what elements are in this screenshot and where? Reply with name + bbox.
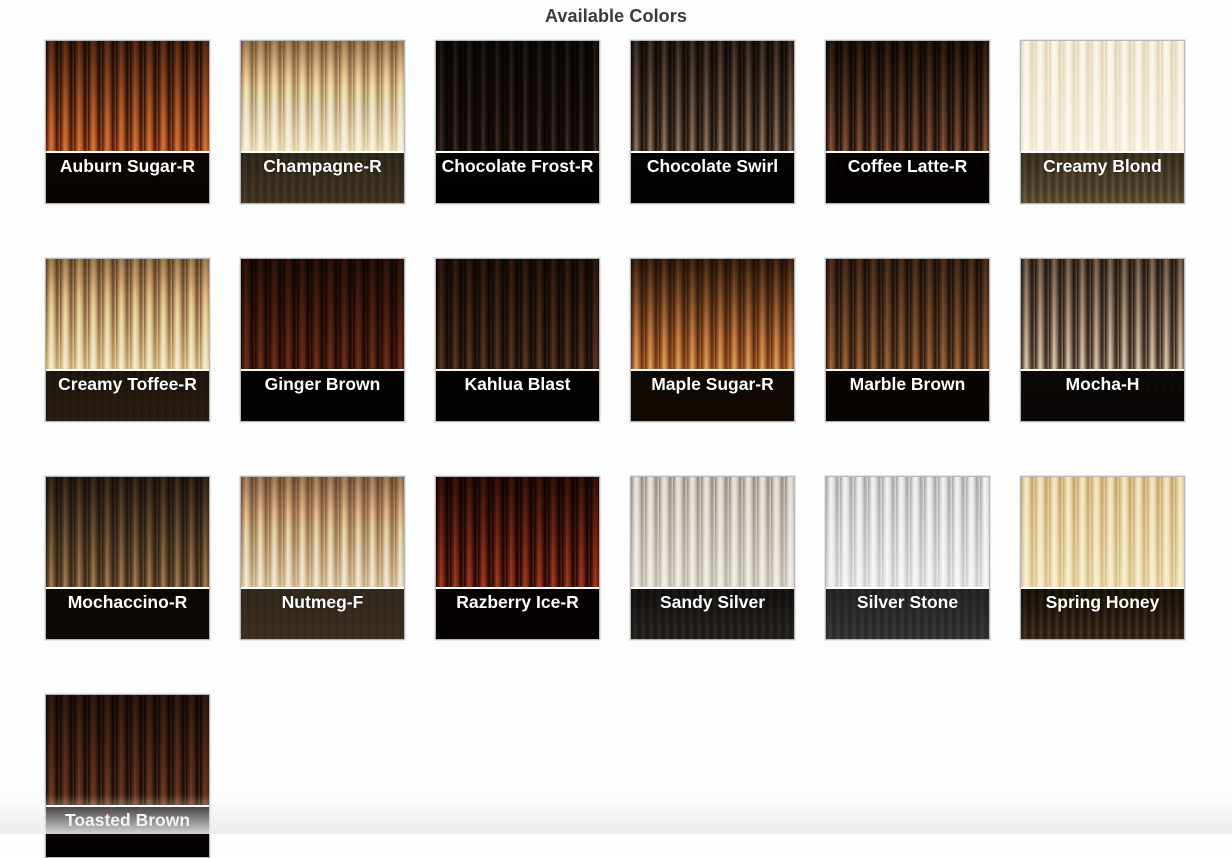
- swatch-label: Razberry Ice-R: [456, 592, 579, 612]
- color-swatch[interactable]: Spring Honey: [1020, 476, 1185, 640]
- creamy-toffee-r-swatch-icon: [46, 259, 209, 371]
- champagne-r-swatch-icon: [241, 41, 404, 153]
- spring-honey-swatch-icon: [1021, 477, 1184, 589]
- swatch-label: Chocolate Swirl: [646, 156, 779, 176]
- swatch-label: Coffee Latte-R: [847, 156, 968, 176]
- chocolate-frost-r-swatch-icon: [436, 41, 599, 153]
- color-swatch[interactable]: Toasted Brown: [45, 694, 210, 858]
- color-swatch[interactable]: Sandy Silver: [630, 476, 795, 640]
- swatch-label: Kahlua Blast: [464, 374, 571, 394]
- swatch-label: Maple Sugar-R: [651, 374, 774, 394]
- color-swatch[interactable]: Auburn Sugar-R: [45, 40, 210, 204]
- swatch-label: Toasted Brown: [64, 810, 191, 830]
- chocolate-swirl-swatch-icon: [631, 41, 794, 153]
- swatch-label: Auburn Sugar-R: [59, 156, 196, 176]
- color-swatch[interactable]: Coffee Latte-R: [825, 40, 990, 204]
- color-swatch[interactable]: Creamy Toffee-R: [45, 258, 210, 422]
- swatch-label: Spring Honey: [1045, 592, 1160, 612]
- mochaccino-r-swatch-icon: [46, 477, 209, 589]
- color-swatch[interactable]: Ginger Brown: [240, 258, 405, 422]
- color-swatch[interactable]: Marble Brown: [825, 258, 990, 422]
- silver-stone-swatch-icon: [826, 477, 989, 589]
- marble-brown-swatch-icon: [826, 259, 989, 371]
- color-swatch[interactable]: Kahlua Blast: [435, 258, 600, 422]
- color-swatch[interactable]: Nutmeg-F: [240, 476, 405, 640]
- swatch-label: Chocolate Frost-R: [441, 156, 594, 176]
- swatch-label: Sandy Silver: [659, 592, 766, 612]
- page-title: Available Colors: [545, 6, 687, 26]
- kahlua-blast-swatch-icon: [436, 259, 599, 371]
- razberry-ice-r-swatch-icon: [436, 477, 599, 589]
- swatch-label: Silver Stone: [856, 592, 959, 612]
- maple-sugar-r-swatch-icon: [631, 259, 794, 371]
- swatch-label: Mocha-H: [1065, 374, 1140, 394]
- swatch-label: Marble Brown: [849, 374, 966, 394]
- swatch-label: Champagne-R: [263, 156, 382, 176]
- color-swatch[interactable]: Razberry Ice-R: [435, 476, 600, 640]
- swatch-label: Mochaccino-R: [67, 592, 188, 612]
- color-swatch[interactable]: Mochaccino-R: [45, 476, 210, 640]
- color-swatch[interactable]: Chocolate Frost-R: [435, 40, 600, 204]
- mocha-h-swatch-icon: [1021, 259, 1184, 371]
- color-swatch[interactable]: Silver Stone: [825, 476, 990, 640]
- swatch-label: Nutmeg-F: [281, 592, 364, 612]
- color-swatch-grid: Auburn Sugar-R Champagne-R Chocolate Frost…: [45, 40, 1185, 858]
- toasted-brown-swatch-icon: [46, 695, 209, 807]
- color-swatch[interactable]: Creamy Blond: [1020, 40, 1185, 204]
- swatch-label: Creamy Blond: [1043, 156, 1162, 176]
- color-swatch[interactable]: Maple Sugar-R: [630, 258, 795, 422]
- auburn-sugar-r-swatch-icon: [46, 41, 209, 153]
- nutmeg-f-swatch-icon: [241, 477, 404, 589]
- color-swatch[interactable]: Mocha-H: [1020, 258, 1185, 422]
- swatch-label: Creamy Toffee-R: [58, 374, 197, 394]
- coffee-latte-r-swatch-icon: [826, 41, 989, 153]
- ginger-brown-swatch-icon: [241, 259, 404, 371]
- color-swatch[interactable]: Chocolate Swirl: [630, 40, 795, 204]
- sandy-silver-swatch-icon: [631, 477, 794, 589]
- color-swatch[interactable]: Champagne-R: [240, 40, 405, 204]
- swatch-label: Ginger Brown: [264, 374, 381, 394]
- creamy-blond-swatch-icon: [1021, 41, 1184, 153]
